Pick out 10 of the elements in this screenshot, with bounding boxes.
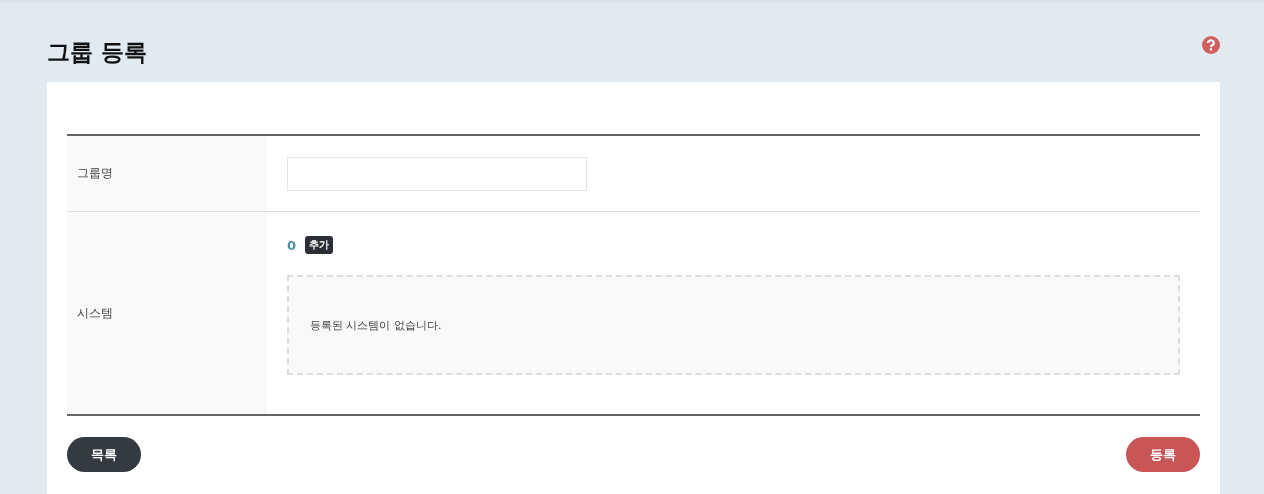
page-title: 그룹 등록	[47, 38, 147, 67]
count-label: 0	[287, 237, 297, 253]
list-button[interactable]: 목록	[67, 437, 141, 472]
field-label: 그룹명	[77, 165, 113, 182]
register-button[interactable]: 등록	[1126, 437, 1200, 472]
empty-message: 등록된 시스템이 없습니다.	[310, 317, 442, 333]
help-icon[interactable]	[1202, 36, 1220, 54]
group-name-field[interactable]	[287, 157, 587, 191]
field-label: 시스템	[77, 304, 113, 322]
add-button[interactable]: 추가	[305, 236, 334, 254]
